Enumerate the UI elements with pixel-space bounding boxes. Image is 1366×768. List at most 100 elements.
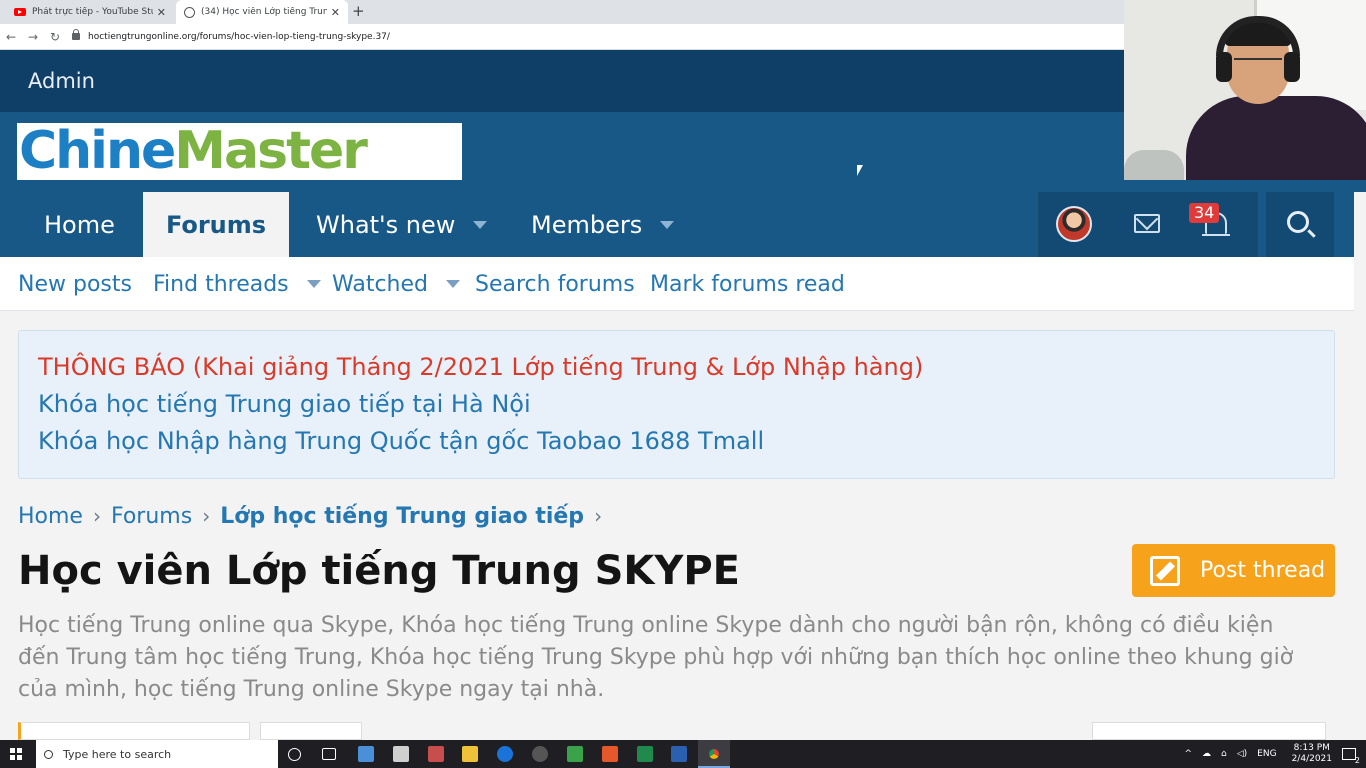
notice-announcement-link[interactable]: THÔNG BÁO (Khai giảng Tháng 2/2021 Lớp t… (38, 349, 1334, 386)
subnav-label: Mark forums read (650, 271, 845, 297)
mail-app-icon[interactable] (393, 746, 409, 762)
breadcrumb: Home › Forums › Lớp học tiếng Trung giao… (18, 499, 612, 533)
glasses (1234, 58, 1282, 70)
nav-label: Forums (165, 210, 267, 239)
forward-icon[interactable]: → (22, 30, 44, 44)
system-tray: ^ ☁ ⌂ ◁) ENG 8:13 PM 2/4/2021 2 (1179, 740, 1366, 768)
mail-icon[interactable] (1134, 214, 1160, 233)
search-icon (44, 749, 53, 759)
search-button[interactable] (1266, 192, 1334, 257)
nav-label: Members (531, 210, 643, 239)
subnav-label: New posts (18, 271, 132, 297)
chevron-right-icon: › (202, 504, 211, 528)
chevron-right-icon: › (594, 504, 603, 528)
file-explorer-icon[interactable] (462, 746, 478, 762)
edge-icon[interactable] (497, 746, 513, 762)
breadcrumb-home[interactable]: Home (18, 504, 83, 529)
windows-start-icon[interactable] (10, 748, 22, 760)
notice-course-link[interactable]: Khóa học tiếng Trung giao tiếp tại Hà Nộ… (38, 386, 1334, 423)
taskbar-search-placeholder: Type here to search (63, 747, 172, 761)
page-title: Học viên Lớp tiếng Trung SKYPE (18, 548, 740, 594)
network-icon[interactable]: ⌂ (1221, 749, 1227, 759)
action-center-icon[interactable] (1342, 748, 1356, 760)
headphone-ear-right (1284, 52, 1300, 82)
headphone-ear-left (1216, 52, 1232, 82)
subnav-search-forums[interactable]: Search forums (475, 257, 635, 311)
tab-forum[interactable]: (34) Học viên Lớp tiếng Trung SK ✕ (176, 0, 348, 24)
cloud-icon[interactable]: ☁ (1202, 749, 1211, 759)
back-icon[interactable]: ← (0, 30, 22, 44)
nav-members[interactable]: Members (531, 192, 675, 257)
pagination[interactable] (18, 722, 250, 740)
taskbar-search[interactable]: Type here to search (36, 740, 278, 768)
clock-date: 2/4/2021 (1291, 754, 1332, 764)
screen: Phát trực tiếp - YouTube Studio ✕ (34) H… (0, 0, 1366, 768)
notice-box: THÔNG BÁO (Khai giảng Tháng 2/2021 Lớp t… (18, 330, 1335, 479)
chevron-up-icon[interactable]: ^ (1184, 749, 1192, 759)
subnav-label: Watched (332, 271, 428, 297)
chevron-down-icon[interactable] (660, 220, 675, 229)
logo-text-part1: Chine (19, 123, 176, 180)
background-object (1124, 150, 1184, 180)
mouse-cursor-icon (857, 165, 863, 176)
presenter-shirt (1186, 96, 1366, 180)
breadcrumb-category[interactable]: Lớp học tiếng Trung giao tiếp (220, 504, 584, 529)
chrome-icon (706, 746, 722, 762)
sub-nav: New posts Find threads Watched Search fo… (0, 257, 1354, 311)
excel-icon[interactable] (637, 746, 653, 762)
url-text: hoctiengtrungonline.org/forums/hoc-vien-… (88, 31, 390, 42)
subnav-label: Find threads (153, 271, 289, 297)
chevron-right-icon: › (92, 504, 101, 528)
breadcrumb-forums[interactable]: Forums (111, 504, 192, 529)
taskbar: Type here to search ^ ☁ ⌂ ◁) ENG 8:13 PM… (0, 740, 1366, 768)
sort-controls[interactable] (1092, 722, 1326, 740)
subnav-mark-forums-read[interactable]: Mark forums read (650, 257, 845, 311)
obs-icon[interactable] (532, 746, 548, 762)
subnav-find-threads[interactable]: Find threads (153, 257, 321, 311)
lock-icon (72, 29, 80, 40)
task-view-icon[interactable] (322, 748, 336, 760)
volume-icon[interactable]: ◁) (1237, 749, 1247, 759)
cortana-icon[interactable] (288, 748, 301, 761)
nav-label: Home (44, 210, 115, 239)
tab-youtube-studio[interactable]: Phát trực tiếp - YouTube Studio ✕ (6, 0, 174, 24)
app-icon[interactable] (428, 746, 444, 762)
camtasia-icon[interactable] (567, 746, 583, 762)
notice-import-link[interactable]: Khóa học Nhập hàng Trung Quốc tận gốc Ta… (38, 423, 1334, 460)
edit-icon (1150, 555, 1180, 586)
filter-button[interactable] (260, 722, 362, 740)
search-icon (1287, 211, 1309, 233)
close-tab-icon[interactable]: ✕ (331, 6, 340, 19)
site-logo[interactable]: ChineMaster (17, 123, 462, 180)
word-icon[interactable] (671, 746, 687, 762)
admin-link[interactable]: Admin (28, 69, 95, 93)
nav-home[interactable]: Home (44, 192, 115, 257)
close-tab-icon[interactable]: ✕ (157, 6, 166, 19)
chevron-down-icon[interactable] (446, 280, 460, 288)
office-icon[interactable] (602, 746, 618, 762)
language-indicator[interactable]: ENG (1257, 749, 1276, 759)
main-nav: Home Forums What's new Members 34 (0, 192, 1354, 257)
tab-title: (34) Học viên Lớp tiếng Trung SK (201, 7, 327, 17)
clock[interactable]: 8:13 PM 2/4/2021 (1292, 743, 1332, 765)
chevron-down-icon[interactable] (306, 280, 321, 288)
chrome-taskbar-button[interactable] (698, 740, 730, 768)
action-center-count: 2 (1354, 756, 1360, 765)
post-thread-label: Post thread (1200, 558, 1326, 583)
new-tab-button[interactable]: + (352, 2, 365, 20)
youtube-icon (14, 8, 26, 16)
store-icon[interactable] (358, 746, 374, 762)
reload-icon[interactable]: ↻ (44, 30, 66, 44)
subnav-watched[interactable]: Watched (332, 257, 460, 311)
chevron-down-icon[interactable] (473, 220, 488, 229)
tab-title: Phát trực tiếp - YouTube Studio (32, 7, 153, 17)
subnav-new-posts[interactable]: New posts (18, 257, 132, 311)
forum-description: Học tiếng Trung online qua Skype, Khóa h… (18, 613, 1294, 702)
nav-forums[interactable]: Forums (143, 192, 289, 257)
logo-text-part2: Master (174, 123, 368, 180)
user-avatar[interactable] (1056, 206, 1092, 242)
clock-time: 8:13 PM (1293, 743, 1330, 753)
nav-whats-new[interactable]: What's new (316, 192, 488, 257)
webcam-overlay (1124, 0, 1366, 180)
post-thread-button[interactable]: Post thread (1132, 544, 1335, 597)
